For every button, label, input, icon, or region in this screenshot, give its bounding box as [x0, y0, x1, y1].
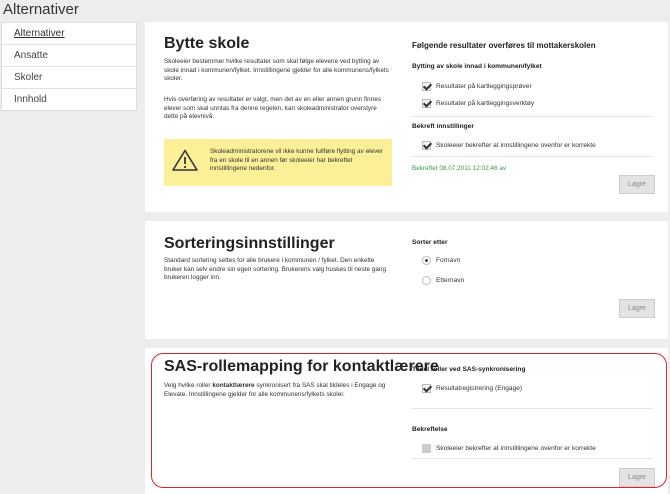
assign-roles-heading: Tildel roller ved SAS-synkronisering [412, 366, 526, 373]
radio-label: Fornavn [436, 256, 461, 264]
checkbox-confirm-settings[interactable]: Skoleeier bekrefter at innstillingene ov… [422, 140, 596, 150]
transfer-results-heading: Følgende resultater overføres til mottak… [412, 41, 596, 50]
bytte-skole-title: Bytte skole [164, 35, 250, 52]
sas-role-mapping-panel: SAS-rollemapping for kontaktlærere Velg … [145, 348, 668, 494]
radio-fornavn[interactable]: Fornavn [422, 255, 460, 265]
sas-description-text: Velg hvilke roller [164, 382, 213, 389]
confirmed-timestamp: Bekreftet 08.07.2011 12:02:46 av [412, 165, 507, 172]
checkbox-checked-icon[interactable] [422, 81, 431, 91]
save-button[interactable]: Lagre [619, 175, 655, 194]
divider [412, 408, 652, 409]
warning-box: Skoleadministratorene vil ikke kunne ful… [164, 139, 392, 186]
save-button[interactable]: Lagre [619, 468, 655, 487]
bytte-skole-description: Skoleeier bestemmer hvilke resultater so… [164, 58, 389, 83]
checkbox-label: Skoleeier bekrefter at innstillingene ov… [436, 444, 596, 452]
divider [412, 116, 652, 117]
checkbox-checked-icon[interactable] [422, 383, 431, 393]
checkbox-resultatregistrering[interactable]: Resultatregistrering (Engage) [422, 383, 522, 393]
warning-icon [172, 149, 198, 171]
sidebar-item-skoler[interactable]: Skoler [2, 67, 136, 89]
checkbox-confirm-sas[interactable]: Skoleeier bekrefter at innstillingene ov… [422, 443, 596, 453]
school-change-subheading: Bytting av skole innad i kommunen/fylket [412, 63, 542, 70]
radio-unselected-icon[interactable] [422, 275, 431, 285]
radio-etternavn[interactable]: Etternavn [422, 275, 464, 285]
bytte-skole-description-2: Hvis overføring av resultater er valgt, … [164, 96, 382, 121]
page-title: Alternativer [3, 1, 79, 18]
bytte-skole-panel: Bytte skole Skoleeier bestemmer hvilke r… [145, 22, 668, 212]
sort-by-heading: Sorter etter [412, 239, 448, 246]
confirm-settings-subheading: Bekreft innstillinger [412, 123, 474, 130]
checkbox-label: Skoleeier bekrefter at innstillingene ov… [436, 141, 596, 149]
sorting-title: Sorteringsinnstillinger [164, 235, 335, 252]
checkbox-kartleggingsverktoy[interactable]: Resultater på kartleggingsverktøy [422, 98, 534, 108]
checkbox-label: Resultater på kartleggingsprøver [436, 82, 532, 90]
checkbox-checked-icon[interactable] [422, 140, 431, 150]
checkbox-label: Resultatregistrering (Engage) [436, 384, 523, 392]
checkbox-kartleggingsprover[interactable]: Resultater på kartleggingsprøver [422, 81, 532, 91]
sidebar-nav: Alternativer Ansatte Skoler Innhold [1, 22, 137, 111]
warning-text: Skoleadministratorene vil ikke kunne ful… [210, 148, 383, 173]
divider [412, 156, 652, 157]
save-button[interactable]: Lagre [619, 299, 655, 318]
sas-description-bold: kontaktlærere [212, 382, 255, 389]
confirmation-subheading: Bekreftelse [412, 426, 448, 433]
radio-label: Etternavn [436, 276, 465, 284]
checkbox-label: Resultater på kartleggingsverktøy [436, 99, 535, 107]
sas-title: SAS-rollemapping for kontaktlærere [164, 358, 439, 375]
checkbox-disabled-icon[interactable] [422, 443, 431, 453]
sidebar-item-ansatte[interactable]: Ansatte [2, 45, 136, 67]
checkbox-checked-icon[interactable] [422, 98, 431, 108]
sidebar-item-innhold[interactable]: Innhold [2, 89, 136, 110]
sas-description: Velg hvilke roller kontaktlærere synkron… [164, 382, 392, 399]
divider [412, 458, 652, 459]
sorting-panel: Sorteringsinnstillinger Standard sorteri… [145, 221, 668, 339]
radio-selected-icon[interactable] [422, 255, 431, 265]
sidebar-item-alternativer[interactable]: Alternativer [2, 23, 136, 45]
sorting-description: Standard sortering settes for alle bruke… [164, 257, 387, 282]
